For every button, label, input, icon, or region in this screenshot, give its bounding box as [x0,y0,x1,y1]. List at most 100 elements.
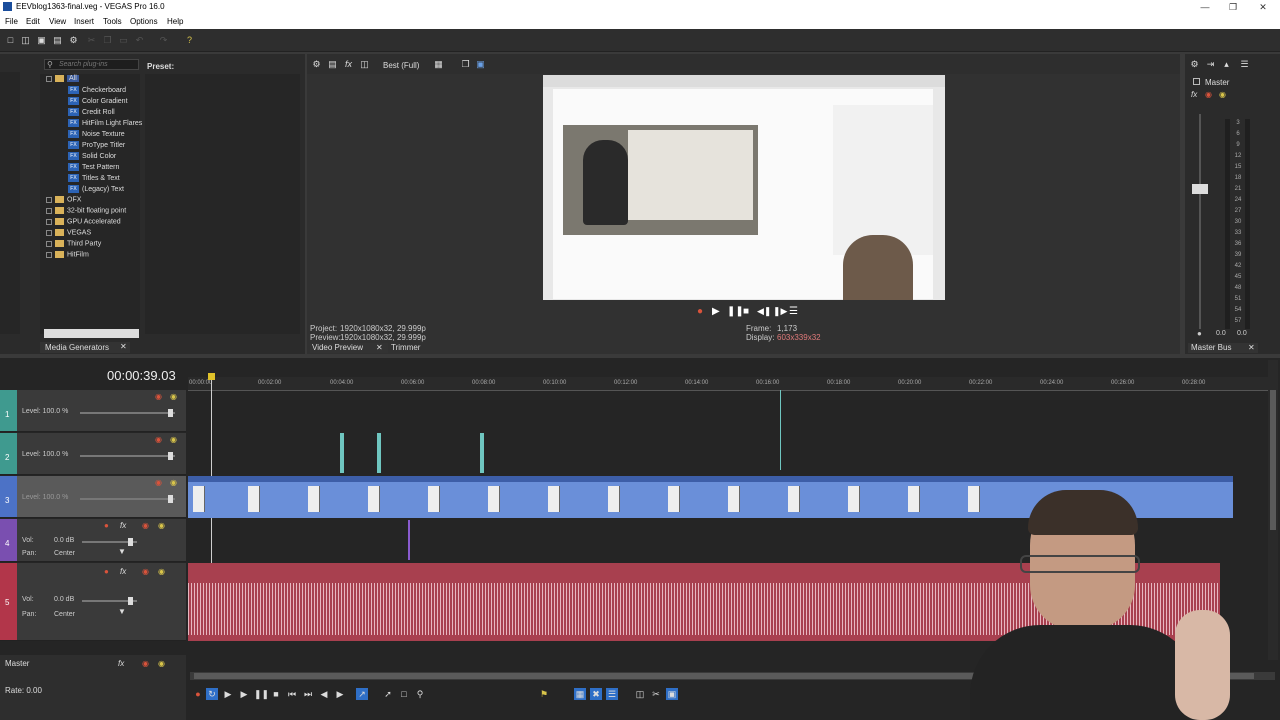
lock-icon[interactable]: ● [1197,329,1202,338]
folder-item[interactable]: GPU Accelerated [46,218,136,225]
folder-item[interactable]: OFX [46,196,136,203]
menu-icon[interactable]: ☰ [789,306,798,317]
group-icon[interactable]: ◫ [634,688,646,700]
close-tab-icon[interactable]: ✕ [1248,343,1255,352]
split-icon[interactable]: ▣ [666,688,678,700]
volume-fader[interactable] [1192,114,1208,329]
fx-icon[interactable]: fx [118,659,124,668]
master-checkbox[interactable] [1193,78,1200,85]
pan-knob-icon[interactable]: ▼ [118,607,126,616]
close-button[interactable]: ✕ [1248,0,1278,14]
record-icon[interactable]: ● [192,688,204,700]
gen-item[interactable]: FX Credit Roll [68,108,158,116]
prev-frame-icon[interactable]: ◀ [318,688,330,700]
slider-knob[interactable] [168,495,173,503]
quality-select[interactable]: Best (Full) [383,61,419,70]
pause-icon[interactable]: ❚❚ [254,688,269,700]
gen-item[interactable]: FX HitFilm Light Flares [68,119,158,127]
arm-record-icon[interactable]: ● [104,567,109,576]
menu-edit[interactable]: Edit [26,17,40,26]
open-icon[interactable]: ◫ [20,35,31,46]
scroll-thumb[interactable] [1270,390,1276,530]
zoom-tool-icon[interactable]: ⚲ [414,688,426,700]
tree-root[interactable]: All [46,75,136,83]
solo-icon[interactable]: ◉ [158,567,165,576]
gen-item[interactable]: FX (Legacy) Text [68,185,158,193]
track-2-event[interactable] [377,433,381,473]
maximize-button[interactable]: ❐ [1218,0,1248,14]
menu-insert[interactable]: Insert [74,17,94,26]
play-icon[interactable]: ▶ [712,306,720,317]
playhead-marker[interactable] [208,373,215,380]
snapping-icon[interactable]: ▦ [574,688,586,700]
stop-icon[interactable]: ■ [270,688,282,700]
insert-bus-icon[interactable]: ⇥ [1205,59,1216,70]
horizontal-scrollbar[interactable] [44,329,139,338]
record-icon[interactable]: ● [697,306,703,317]
crossfade-icon[interactable]: ✂ [650,688,662,700]
track-header-5[interactable]: 5 Vol: 0.0 dB Pan: Center ● fx ◉ ◉ ▼ [0,563,186,641]
auto-ripple-icon[interactable]: ✖ [590,688,602,700]
level-slider[interactable] [80,495,175,503]
next-frame-icon[interactable]: ▶ [334,688,346,700]
prev-frame-icon[interactable]: ◀❚ [757,306,771,317]
undo-icon[interactable]: ↶ [134,35,145,46]
folder-item[interactable]: 32-bit floating point [46,207,136,214]
solo-icon[interactable]: ◉ [170,392,177,401]
solo-icon[interactable]: ◉ [158,521,165,530]
downmix-icon[interactable]: ▴ [1221,59,1232,70]
folder-item[interactable]: Third Party [46,240,136,247]
track-1-event[interactable] [340,433,344,473]
selection-tool-icon[interactable]: □ [398,688,410,700]
lock-envelopes-icon[interactable]: ☰ [606,688,618,700]
timeline-vertical-scrollbar[interactable] [1268,360,1278,660]
track-header-4[interactable]: 4 Vol: 0.0 dB Pan: Center ● fx ◉ ◉ ▼ [0,519,186,562]
volume-slider[interactable] [82,597,137,605]
mute-icon[interactable]: ◉ [155,478,162,487]
help-icon[interactable]: ? [184,35,195,46]
slider-knob[interactable] [128,597,133,605]
redo-icon[interactable]: ↷ [158,35,169,46]
settings-icon[interactable]: ⚙ [311,59,322,70]
copy-snapshot-icon[interactable]: ❐ [460,59,471,70]
explorer-tab[interactable]: Media Generators ✕ [40,342,130,353]
track-header-3[interactable]: 3 Level: 100.0 % ◉ ◉ [0,476,186,518]
fx-icon[interactable]: fx [343,59,354,70]
gen-item[interactable]: FX ProType Titler [68,141,158,149]
mute-icon[interactable]: ◉ [155,435,162,444]
play-icon[interactable]: ▶ [238,688,250,700]
settings-icon[interactable]: ⚙ [1189,59,1200,70]
mute-icon[interactable]: ◉ [1205,90,1212,99]
loop-icon[interactable]: ↻ [206,688,218,700]
gen-item[interactable]: FX Color Gradient [68,97,158,105]
overlays-icon[interactable]: ▦ [433,59,444,70]
save-as-icon[interactable]: ▤ [52,35,63,46]
new-icon[interactable]: □ [5,35,16,46]
slider-knob[interactable] [168,452,173,460]
video-preview-tab[interactable]: Video Preview ✕ [310,343,388,353]
stop-icon[interactable]: ■ [743,306,749,317]
gen-item[interactable]: FX Test Pattern [68,163,158,171]
pause-icon[interactable]: ❚❚ [727,306,744,317]
solo-icon[interactable]: ◉ [1219,90,1226,99]
gen-item[interactable]: FX Noise Texture [68,130,158,138]
menu-view[interactable]: View [49,17,66,26]
search-input[interactable]: ⚲ Search plug-ins [44,59,139,70]
paste-icon[interactable]: ▭ [118,35,129,46]
save-icon[interactable]: ▣ [36,35,47,46]
go-to-end-icon[interactable]: ⏭ [302,688,314,700]
trimmer-tab[interactable]: Trimmer [391,343,420,352]
next-frame-icon[interactable]: ❚▶ [773,306,787,317]
fader-knob[interactable] [1192,184,1208,194]
gen-item[interactable]: FX Solid Color [68,152,158,160]
menu-help[interactable]: Help [167,17,183,26]
fx-icon[interactable]: fx [1191,90,1197,99]
close-tab-icon[interactable]: ✕ [376,343,383,352]
volume-slider[interactable] [82,538,137,546]
mute-icon[interactable]: ◉ [142,567,149,576]
fx-icon[interactable]: fx [120,567,126,576]
menu-tools[interactable]: Tools [103,17,122,26]
track-header-1[interactable]: 1 Level: 100.0 % ◉ ◉ [0,390,186,432]
slider-knob[interactable] [128,538,133,546]
mute-icon[interactable]: ◉ [142,659,149,668]
